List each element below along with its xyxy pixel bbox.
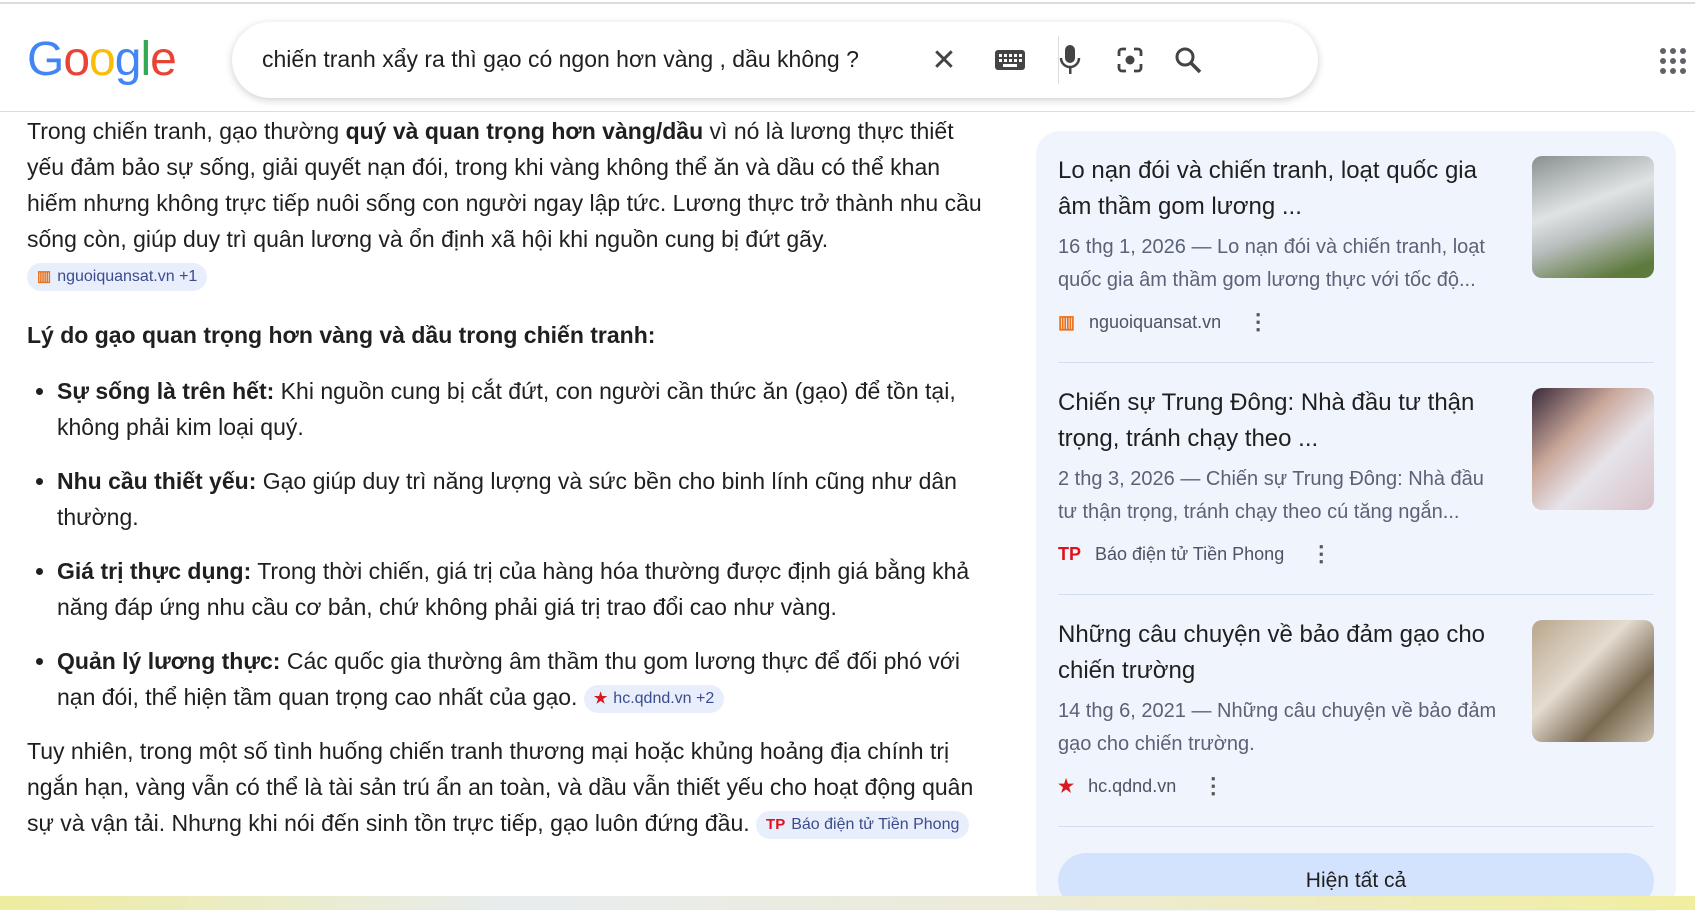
chip-label: nguoiquansat.vn +1: [57, 267, 198, 285]
microphone-icon[interactable]: [1052, 42, 1088, 78]
thumbnail-image[interactable]: [1532, 156, 1654, 278]
outro-paragraph: Tuy nhiên, trong một số tình huống chiến…: [27, 733, 987, 841]
source-title[interactable]: Chiến sự Trung Đông: Nhà đầu tư thận trọ…: [1058, 385, 1488, 457]
chip-label: Báo điện tử Tiền Phong: [791, 815, 960, 833]
header: Google chiến tranh xẩy ra thì gạo có ngo…: [0, 4, 1695, 112]
source-site: ▥ nguoiquansat.vn ⋮: [1058, 309, 1269, 335]
site-name: nguoiquansat.vn: [1089, 311, 1222, 332]
bold-text: Giá trị thực dụng:: [57, 558, 252, 584]
text: Trong chiến tranh, gạo thường: [27, 118, 346, 144]
source-chip[interactable]: ▥ nguoiquansat.vn +1: [27, 262, 208, 291]
search-input[interactable]: chiến tranh xẩy ra thì gạo có ngon hơn v…: [262, 46, 859, 73]
site-name: Báo điện tử Tiền Phong: [1095, 543, 1285, 564]
nguoiquansat-icon: ▥: [1058, 311, 1076, 332]
list-item: Nhu cầu thiết yếu: Gạo giúp duy trì năng…: [57, 463, 987, 535]
more-options-icon[interactable]: ⋮: [1202, 773, 1224, 799]
source-site: ★ hc.qdnd.vn ⋮: [1058, 773, 1224, 799]
list-item: Quản lý lương thực: Các quốc gia thường …: [57, 643, 987, 715]
taskbar: [0, 896, 1695, 910]
bold-text: Nhu cầu thiết yếu:: [57, 468, 257, 494]
source-card[interactable]: Chiến sự Trung Đông: Nhà đầu tư thận trọ…: [1058, 363, 1654, 595]
tienphong-icon: TP: [1058, 543, 1082, 564]
star-icon: ★: [1058, 775, 1075, 796]
google-logo[interactable]: Google: [27, 32, 177, 87]
bold-text: Sự sống là trên hết:: [57, 378, 275, 404]
bold-text: Quản lý lương thực:: [57, 648, 281, 674]
star-icon: ★: [593, 689, 608, 707]
reason-list: Sự sống là trên hết: Khi nguồn cung bị c…: [57, 373, 987, 715]
lens-icon[interactable]: [1112, 42, 1148, 78]
search-icon[interactable]: [1170, 42, 1206, 78]
search-box[interactable]: chiến tranh xẩy ra thì gạo có ngon hơn v…: [232, 22, 1318, 98]
source-snippet: 2 thg 3, 2026 — Chiến sự Trung Đông: Nhà…: [1058, 468, 1484, 523]
list-item: Sự sống là trên hết: Khi nguồn cung bị c…: [57, 373, 987, 445]
nguoiquansat-icon: ▥: [37, 267, 52, 285]
tienphong-icon: TP: [766, 815, 786, 833]
source-snippet: 16 thg 1, 2026 — Lo nạn đói và chiến tra…: [1058, 236, 1485, 291]
source-title[interactable]: Những câu chuyện về bảo đảm gạo cho chiế…: [1058, 617, 1488, 689]
source-card[interactable]: Lo nạn đói và chiến tranh, loạt quốc gia…: [1058, 131, 1654, 363]
chip-label: hc.qdnd.vn +2: [613, 689, 715, 707]
list-item: Giá trị thực dụng: Trong thời chiến, giá…: [57, 553, 987, 625]
bold-text: quý và quan trọng hơn vàng/dầu: [345, 118, 704, 144]
source-site: TP Báo điện tử Tiền Phong ⋮: [1058, 541, 1332, 567]
thumbnail-image[interactable]: [1532, 620, 1654, 742]
keyboard-icon[interactable]: [992, 42, 1028, 78]
thumbnail-image[interactable]: [1532, 388, 1654, 510]
source-snippet: 14 thg 6, 2021 — Những câu chuyện về bảo…: [1058, 700, 1497, 755]
close-icon[interactable]: ✕: [926, 42, 962, 78]
intro-paragraph: Trong chiến tranh, gạo thường quý và qua…: [27, 113, 987, 293]
source-card[interactable]: Những câu chuyện về bảo đảm gạo cho chiế…: [1058, 595, 1654, 827]
more-options-icon[interactable]: ⋮: [1247, 309, 1269, 335]
ai-answer: Trong chiến tranh, gạo thường quý và qua…: [27, 113, 987, 865]
sources-panel: Lo nạn đói và chiến tranh, loạt quốc gia…: [1036, 131, 1676, 911]
source-chip[interactable]: ★ hc.qdnd.vn +2: [583, 684, 725, 713]
apps-icon[interactable]: [1660, 48, 1686, 74]
source-chip[interactable]: TP Báo điện tử Tiền Phong: [756, 810, 970, 839]
site-name: hc.qdnd.vn: [1088, 775, 1177, 796]
section-heading: Lý do gạo quan trọng hơn vàng và dầu tro…: [27, 322, 656, 348]
more-options-icon[interactable]: ⋮: [1310, 541, 1332, 567]
source-title[interactable]: Lo nạn đói và chiến tranh, loạt quốc gia…: [1058, 153, 1488, 225]
